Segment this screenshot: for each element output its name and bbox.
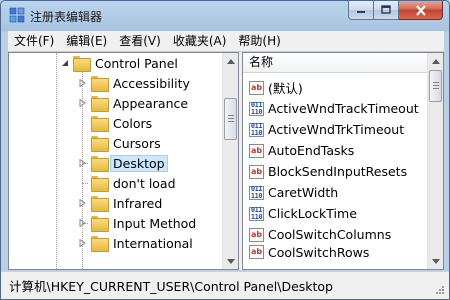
list-item[interactable]: ab AutoEndTasks <box>249 140 354 161</box>
values-list[interactable]: 名称 ab (默认) 011 110 ActiveWndTrackTimeout … <box>242 52 444 270</box>
tree-node-colors[interactable]: Colors <box>78 113 152 133</box>
folder-icon <box>91 96 109 112</box>
client-area: Control Panel Accessibility Appearance C… <box>8 52 444 270</box>
list-item[interactable]: 011 110 CaretWidth <box>249 182 338 203</box>
values-scrollbar[interactable] <box>427 53 443 269</box>
scrollbar-thumb[interactable] <box>224 98 237 140</box>
minimize-icon <box>357 11 365 13</box>
registry-editor-icon <box>9 7 25 23</box>
tree-node-accessibility[interactable]: Accessibility <box>78 73 190 93</box>
tree-node-label: Infrared <box>113 195 163 211</box>
expand-arrow-icon[interactable] <box>78 199 87 208</box>
expand-arrow-icon[interactable] <box>78 219 87 228</box>
tree-node-input-method[interactable]: Input Method <box>78 213 196 233</box>
folder-icon <box>91 76 109 92</box>
tree-node-label: don't load <box>113 175 176 191</box>
registry-editor-window: 注册表编辑器 文件(F) 编辑(E) 查看(V) 收藏夹(A) 帮助(H) Co… <box>0 0 450 300</box>
tree-node-appearance[interactable]: Appearance <box>78 93 188 113</box>
folder-icon <box>91 176 109 192</box>
tree-node-label: Appearance <box>113 95 189 111</box>
list-item[interactable]: 011 110 ActiveWndTrackTimeout <box>249 98 419 119</box>
tree-node-international[interactable]: International <box>78 233 193 253</box>
menu-favorites[interactable]: 收藏夹(A) <box>167 31 233 51</box>
expand-arrow-icon[interactable] <box>78 239 87 248</box>
window-title: 注册表编辑器 <box>30 10 103 24</box>
close-button[interactable] <box>399 1 443 20</box>
maximize-button[interactable] <box>374 1 399 20</box>
string-value-icon: ab <box>249 143 264 158</box>
menu-help[interactable]: 帮助(H) <box>232 31 286 51</box>
scroll-down-arrow-icon[interactable] <box>428 253 443 269</box>
scroll-up-arrow-icon[interactable] <box>428 53 443 69</box>
menu-view[interactable]: 查看(V) <box>113 31 167 51</box>
scroll-down-arrow-icon[interactable] <box>223 253 238 269</box>
tree-node-label: International <box>113 235 193 251</box>
column-header-name[interactable]: 名称 <box>243 53 428 73</box>
binary-value-icon: 011 110 <box>249 121 264 137</box>
list-item[interactable]: ab (默认) <box>249 77 303 98</box>
string-value-icon: ab <box>249 245 264 259</box>
tree-node-infrared[interactable]: Infrared <box>78 193 162 213</box>
list-item[interactable]: 011 110 ClickLockTime <box>249 203 357 224</box>
tree-scrollbar[interactable] <box>222 53 238 269</box>
folder-icon <box>91 196 109 212</box>
menu-bar: 文件(F) 编辑(E) 查看(V) 收藏夹(A) 帮助(H) <box>8 31 444 51</box>
collapse-arrow-icon[interactable] <box>60 59 69 68</box>
menu-file[interactable]: 文件(F) <box>8 31 60 51</box>
scroll-up-arrow-icon[interactable] <box>223 53 238 69</box>
list-item-label: ActiveWndTrackTimeout <box>268 101 419 116</box>
list-item[interactable]: ab BlockSendInputResets <box>249 161 407 182</box>
list-item-label: (默认) <box>268 81 303 96</box>
list-item-label: CoolSwitchColumns <box>268 227 392 242</box>
tree-node-control-panel[interactable]: Control Panel <box>60 53 178 73</box>
tree-node-label: Accessibility <box>113 75 190 91</box>
list-item[interactable]: ab CoolSwitchRows <box>249 245 369 259</box>
tree-node-label: Cursors <box>113 135 161 151</box>
caption-buttons <box>348 1 443 21</box>
expand-arrow-icon[interactable] <box>78 99 87 108</box>
tree-node-cursors[interactable]: Cursors <box>78 133 161 153</box>
list-item[interactable]: 011 110 ActiveWndTrkTimeout <box>249 119 404 140</box>
list-item-label: ActiveWndTrkTimeout <box>268 122 405 137</box>
expand-arrow-icon[interactable] <box>78 79 87 88</box>
expand-arrow-icon[interactable] <box>78 159 87 168</box>
binary-value-icon: 011 110 <box>249 184 264 200</box>
close-icon <box>415 4 426 16</box>
binary-value-icon: 011 110 <box>249 205 264 221</box>
registry-path: 计算机\HKEY_CURRENT_USER\Control Panel\Desk… <box>9 279 333 294</box>
folder-icon <box>91 236 109 252</box>
list-item-label: AutoEndTasks <box>268 143 355 158</box>
list-item[interactable]: ab CoolSwitchColumns <box>249 224 391 245</box>
scrollbar-thumb[interactable] <box>429 70 442 102</box>
tree-node-label: Colors <box>113 115 153 131</box>
title-bar[interactable]: 注册表编辑器 <box>1 1 449 29</box>
tree-node-label: Control Panel <box>95 55 178 71</box>
tree-node-label: Input Method <box>113 215 197 231</box>
folder-icon <box>73 56 91 72</box>
status-bar: 计算机\HKEY_CURRENT_USER\Control Panel\Desk… <box>1 271 449 299</box>
tree-node-dont-load[interactable]: don't load <box>78 173 176 193</box>
list-item-label: CaretWidth <box>268 185 339 200</box>
string-value-icon: ab <box>249 164 264 179</box>
maximize-icon <box>381 5 391 14</box>
tree-node-label: Desktop <box>110 154 168 172</box>
tree-node-desktop[interactable]: Desktop <box>78 153 168 173</box>
folder-icon <box>91 216 109 232</box>
registry-tree[interactable]: Control Panel Accessibility Appearance C… <box>8 52 239 270</box>
list-item-label: ClickLockTime <box>268 206 357 221</box>
string-value-icon: ab <box>249 80 264 95</box>
folder-icon <box>91 156 109 172</box>
list-item-label: CoolSwitchRows <box>268 245 370 259</box>
list-item-label: BlockSendInputResets <box>268 164 408 179</box>
menu-edit[interactable]: 编辑(E) <box>60 31 113 51</box>
folder-icon <box>91 136 109 152</box>
binary-value-icon: 011 110 <box>249 100 264 116</box>
folder-icon <box>91 116 109 132</box>
tree-connector-line <box>56 53 57 269</box>
string-value-icon: ab <box>249 227 264 242</box>
minimize-button[interactable] <box>348 1 374 20</box>
resize-grip-icon[interactable] <box>435 285 445 295</box>
